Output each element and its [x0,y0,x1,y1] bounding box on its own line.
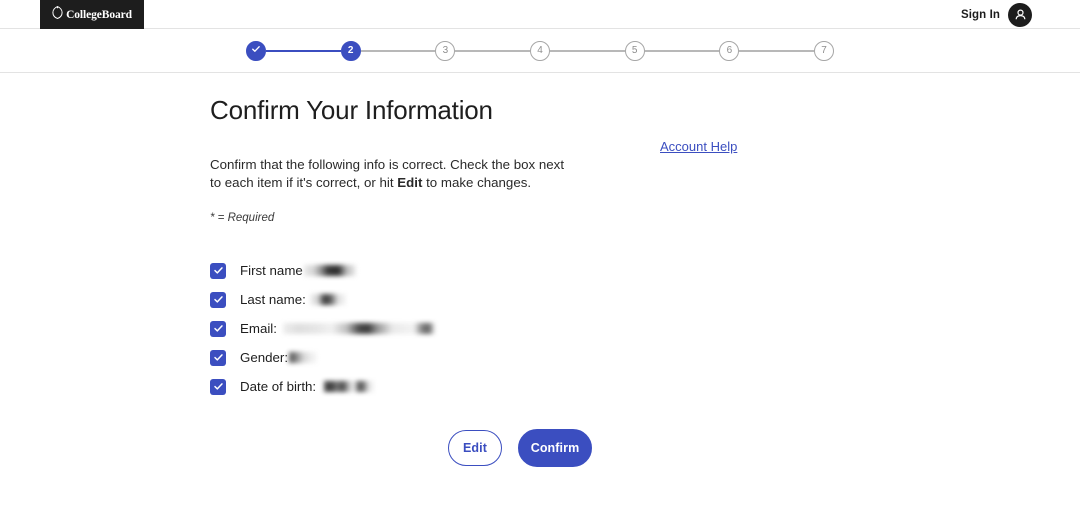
step-indicator-4[interactable]: 4 [530,40,551,61]
page-title: Confirm Your Information [210,95,493,125]
step-label-3: 3 [442,44,449,56]
step-connector-6-7 [739,49,815,52]
intro-text-bold: Edit [397,175,423,191]
edit-button[interactable]: Edit [448,430,502,467]
collegeboard-logo[interactable]: CollegeBoard [40,0,144,29]
checklist-row-email: Email: [210,314,1080,343]
step-indicator-5[interactable]: 5 [624,40,645,61]
redacted-value-date-of-birth [324,381,375,393]
confirm-button[interactable]: Confirm [518,429,592,468]
account-help-link[interactable]: Account Help [660,139,737,154]
step-indicator-6[interactable]: 6 [719,40,740,61]
acorn-icon [52,5,63,24]
checklist-label-last-name: Last name: [240,292,306,308]
site-header: CollegeBoard Sign In [0,0,1080,29]
step-connector-3-4 [455,49,531,52]
checklist-label-email: Email: [240,321,277,337]
checklist-label-gender: Gender: [240,350,289,366]
checklist-row-last-name: Last name: [210,285,1080,314]
user-avatar-icon[interactable] [1008,2,1032,27]
step-connector-4-5 [550,49,625,52]
checkbox-email[interactable] [210,320,226,337]
checkbox-last-name[interactable] [210,291,226,308]
step-label-2: 2 [347,44,354,56]
sign-in-area[interactable]: Sign In [961,0,1032,29]
intro-paragraph: Confirm that the following info is corre… [210,156,572,192]
check-icon [251,44,261,57]
step-indicator-1[interactable] [246,40,266,61]
step-connector-5-6 [644,49,720,52]
redacted-value-gender [289,352,318,364]
progress-stepper: 2 3 4 5 6 7 [246,40,835,61]
step-label-6: 6 [726,44,733,56]
checklist-row-gender: Gender: [210,343,1080,372]
logo-wordmark: CollegeBoard [66,8,132,21]
required-note: * = Required [210,212,275,225]
step-indicator-7[interactable]: 7 [814,40,835,61]
checklist-label-date-of-birth: Date of birth: [240,379,317,395]
progress-stepper-bar: 2 3 4 5 6 7 [0,29,1080,73]
checklist-row-dob: Date of birth: [210,372,1080,401]
step-label-4: 4 [537,44,543,56]
main-content: Confirm Your Information Confirm that th… [0,73,1080,468]
checkbox-gender[interactable] [210,349,226,366]
step-indicator-3[interactable]: 3 [435,40,456,61]
sign-in-label[interactable]: Sign In [961,9,1000,21]
action-buttons: Edit Confirm [448,429,1080,468]
step-connector-2-3 [360,49,436,52]
step-label-7: 7 [821,44,827,56]
checklist-row-first-name: First name [210,256,1080,285]
checkbox-first-name[interactable] [210,262,226,279]
intro-text-suffix: to make changes. [422,175,532,191]
checklist-label-first-name: First name [240,263,303,279]
checkbox-date-of-birth[interactable] [210,378,226,395]
confirm-checklist: First name Last name: Email: Gender: Dat… [210,256,1080,401]
redacted-value-first-name [303,265,356,277]
step-indicator-2[interactable]: 2 [340,40,361,61]
step-connector-1-2 [266,49,341,52]
step-label-5: 5 [631,44,638,56]
redacted-value-email [282,323,435,335]
redacted-value-last-name [309,294,346,306]
